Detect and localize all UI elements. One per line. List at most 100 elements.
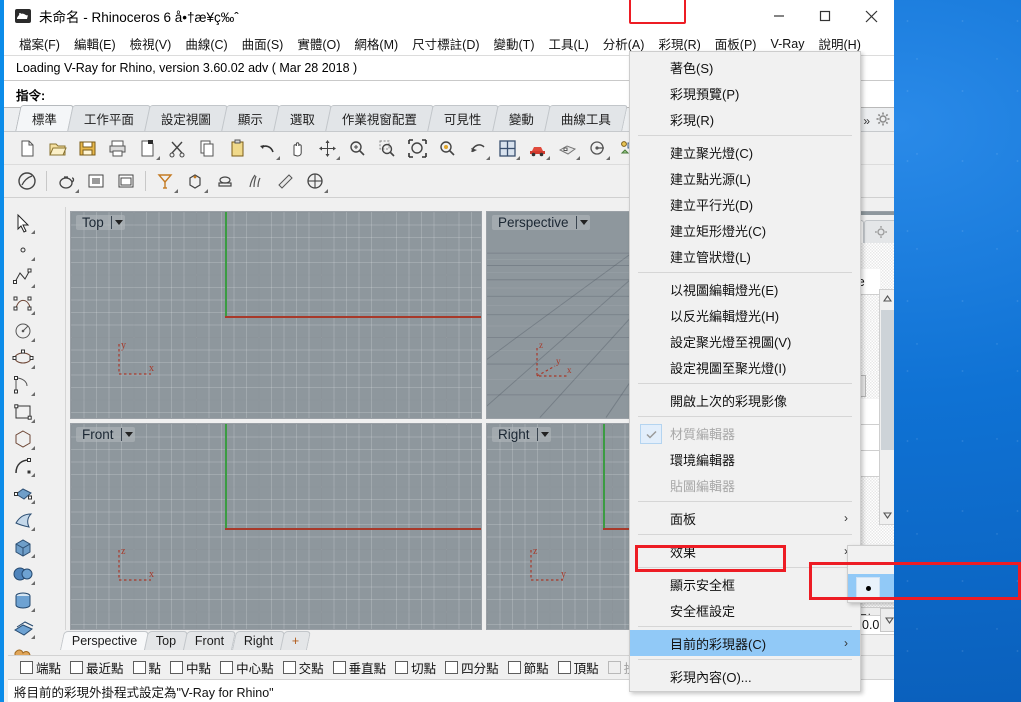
material-icon[interactable] xyxy=(270,167,300,195)
menu-safe-frame-settings[interactable]: 安全框設定 xyxy=(630,597,860,623)
viewport-front[interactable]: z x Front xyxy=(70,422,482,630)
rectangle-icon[interactable] xyxy=(8,398,37,425)
surface-loft-icon[interactable] xyxy=(8,506,37,533)
menu-solid[interactable]: 實體(O) xyxy=(290,32,347,55)
menu-surface[interactable]: 曲面(S) xyxy=(235,32,291,55)
checkbox-icon[interactable] xyxy=(170,661,184,674)
pan-icon[interactable] xyxy=(282,134,312,162)
menu-texture-editor[interactable]: 貼圖編輯器 xyxy=(630,472,860,498)
linear-light-icon[interactable] xyxy=(240,167,270,195)
circle-icon[interactable] xyxy=(8,317,37,344)
copy-icon[interactable] xyxy=(192,134,222,162)
menu-create-rectangular-light[interactable]: 建立矩形燈光(C) xyxy=(630,217,860,243)
toolbar-tab-5[interactable]: 作業視窗配置 xyxy=(325,105,434,131)
scroll-down-icon[interactable] xyxy=(880,507,894,524)
checkbox-icon[interactable] xyxy=(395,661,409,674)
cplane-icon[interactable] xyxy=(552,134,582,162)
menu-mesh[interactable]: 網格(M) xyxy=(347,32,405,55)
menu-effects-sub[interactable]: 效果 › xyxy=(630,538,860,564)
zoom-selected-icon[interactable] xyxy=(432,134,462,162)
open-file-icon[interactable] xyxy=(42,134,72,162)
viewport-top-label[interactable]: Top xyxy=(76,215,125,230)
toolbar-tab-4[interactable]: 選取 xyxy=(273,105,332,131)
menu-edit[interactable]: 編輯(E) xyxy=(67,32,123,55)
zoom-extents-icon[interactable] xyxy=(402,134,432,162)
osnap-1[interactable]: 最近點 xyxy=(70,658,124,677)
render-teapot-icon[interactable] xyxy=(51,167,81,195)
toolbar-tabs-overflow[interactable]: » xyxy=(863,114,870,128)
osnap-8[interactable]: 四分點 xyxy=(445,658,499,677)
viewport-tab-right[interactable]: Right xyxy=(231,631,285,650)
curve-icon[interactable] xyxy=(8,290,37,317)
menu-tools[interactable]: 工具(L) xyxy=(541,32,595,55)
cylinder-icon[interactable] xyxy=(8,587,37,614)
chevron-down-icon[interactable] xyxy=(540,431,549,437)
menu-dimension[interactable]: 尺寸標註(D) xyxy=(405,32,486,55)
pointlight-icon[interactable] xyxy=(180,167,210,195)
menu-panels-sub[interactable]: 面板 › xyxy=(630,505,860,531)
osnap-2[interactable]: 點 xyxy=(132,658,161,677)
checkbox-icon[interactable] xyxy=(132,661,146,674)
menu-show-safe-frame[interactable]: 顯示安全框 xyxy=(630,571,860,597)
zoom-in-icon[interactable] xyxy=(342,134,372,162)
chevron-down-icon[interactable] xyxy=(124,431,133,437)
checkbox-icon[interactable] xyxy=(607,661,621,674)
osnap-10[interactable]: 頂點 xyxy=(557,658,599,677)
point-icon[interactable] xyxy=(8,236,37,263)
menu-create-linear-light[interactable]: 建立管狀燈(L) xyxy=(630,243,860,269)
copy-view-icon[interactable] xyxy=(132,134,162,162)
menu-vray[interactable]: V-Ray xyxy=(763,35,811,53)
spotlight-icon[interactable] xyxy=(150,167,180,195)
menu-open-last-rendering[interactable]: 開啟上次的彩現影像 xyxy=(630,387,860,413)
osnap-3[interactable]: 中點 xyxy=(170,658,211,677)
menu-create-directional-light[interactable]: 建立平行光(D) xyxy=(630,191,860,217)
render-preview-icon[interactable] xyxy=(12,167,42,195)
ellipse-icon[interactable] xyxy=(8,344,37,371)
menu-shade[interactable]: 著色(S) xyxy=(630,54,860,80)
osnap-4[interactable]: 中心點 xyxy=(220,658,274,677)
viewport-front-label[interactable]: Front xyxy=(76,426,135,442)
toolbar-tab-0[interactable]: 標準 xyxy=(15,105,74,131)
osnap-0[interactable]: 端點 xyxy=(20,658,61,677)
surface-icon[interactable] xyxy=(8,479,37,506)
select-icon[interactable] xyxy=(8,209,37,236)
render-window-icon[interactable] xyxy=(81,167,111,195)
osnap-6[interactable]: 垂直點 xyxy=(332,658,386,677)
panel-scrollbar[interactable] xyxy=(879,289,894,525)
add-viewport-tab-button[interactable]: + xyxy=(279,631,312,650)
rectangular-light-icon[interactable] xyxy=(210,167,240,195)
viewport-tab-top[interactable]: Top xyxy=(144,631,189,650)
menu-material-editor[interactable]: 材質編輯器 xyxy=(630,420,860,446)
new-file-icon[interactable] xyxy=(12,134,42,162)
paste-icon[interactable] xyxy=(222,134,252,162)
render-frame-icon[interactable] xyxy=(111,167,141,195)
checkbox-icon[interactable] xyxy=(220,661,234,674)
render-car-icon[interactable] xyxy=(522,134,552,162)
zoom-window-icon[interactable] xyxy=(372,134,402,162)
menu-file[interactable]: 檔案(F) xyxy=(12,32,67,55)
menu-edit-light-by-highlight[interactable]: 以反光編輯燈光(H) xyxy=(630,302,860,328)
gear-icon[interactable] xyxy=(876,112,890,129)
viewport-tab-perspective[interactable]: Perspective xyxy=(59,631,150,650)
viewport-tab-front[interactable]: Front xyxy=(183,631,237,650)
panel-tab-settings[interactable] xyxy=(864,220,894,243)
sphere-icon[interactable] xyxy=(8,560,37,587)
checkbox-icon[interactable] xyxy=(70,661,84,674)
menu-render-properties[interactable]: 彩現內容(O)... xyxy=(630,663,860,689)
cut-icon[interactable] xyxy=(162,134,192,162)
checkbox-icon[interactable] xyxy=(20,661,33,674)
checkbox-icon[interactable] xyxy=(282,661,296,674)
panel-scroll-down-button[interactable] xyxy=(880,608,894,632)
toolbar-tab-8[interactable]: 曲線工具 xyxy=(543,105,628,131)
checkbox-icon[interactable] xyxy=(445,661,459,674)
viewport-top[interactable]: y x Top xyxy=(70,211,482,419)
checkbox-icon[interactable] xyxy=(507,661,521,674)
checkbox-icon[interactable] xyxy=(332,661,346,674)
menu-edit-light-by-view[interactable]: 以視圖編輯燈光(E) xyxy=(630,276,860,302)
toolbar-tab-3[interactable]: 顯示 xyxy=(221,105,280,131)
move-icon[interactable] xyxy=(312,134,342,162)
checkbox-icon[interactable] xyxy=(557,661,571,674)
polygon-icon[interactable] xyxy=(8,425,37,452)
box-icon[interactable] xyxy=(8,533,37,560)
menu-curve[interactable]: 曲線(C) xyxy=(178,32,234,55)
